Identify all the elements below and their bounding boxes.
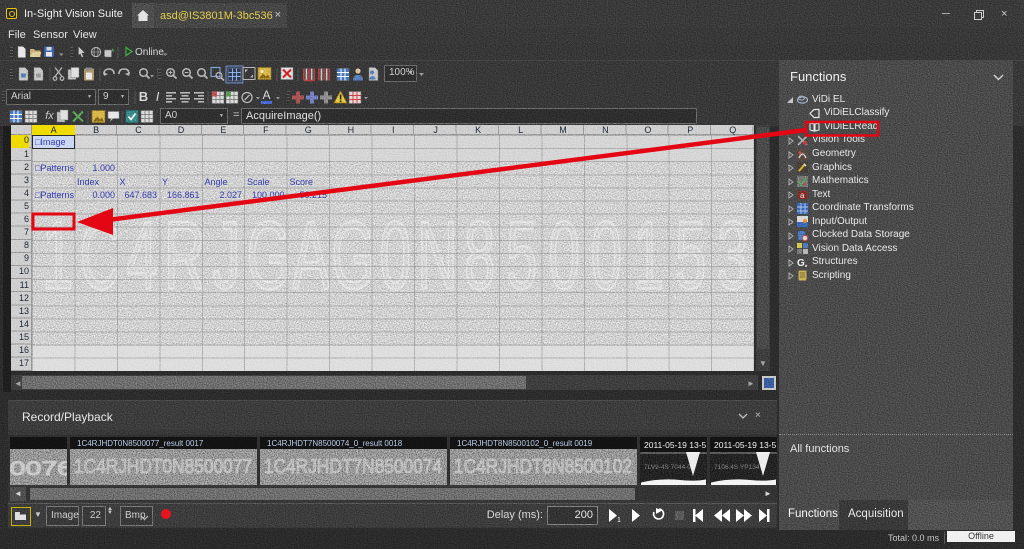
svg-text:a: a xyxy=(800,191,805,200)
svg-text:1C4RJHDT8N8500102: 1C4RJHDT8N8500102 xyxy=(454,456,632,478)
svg-text:500076: 500076 xyxy=(10,459,67,480)
svg-text:G: G xyxy=(797,258,805,268)
svg-text:1C4RJHDT7N8500074: 1C4RJHDT7N8500074 xyxy=(264,456,442,478)
svg-text:7LV9-4S 7044-0: 7LV9-4S 7044-0 xyxy=(644,464,691,471)
svg-text:1C4RJHDT0N8500077: 1C4RJHDT0N8500077 xyxy=(74,456,252,478)
svg-text:1: 1 xyxy=(617,517,621,523)
svg-text:7106.4S YP134: 7106.4S YP134 xyxy=(714,464,760,471)
